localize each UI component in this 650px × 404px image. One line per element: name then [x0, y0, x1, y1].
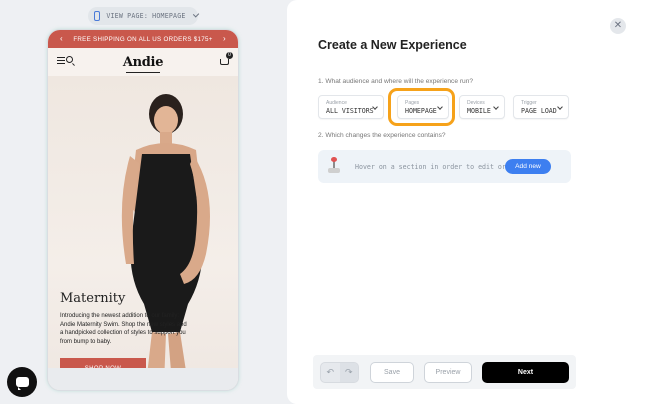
chevron-down-icon — [192, 11, 200, 18]
preview-bottom-bar — [48, 368, 238, 390]
hover-instruction: Hover on a section in order to edit or — [355, 163, 506, 171]
add-new-button[interactable]: Add new — [505, 159, 551, 174]
question-audience: 1. What audience and where will the expe… — [318, 78, 474, 85]
promo-next-arrow[interactable]: › — [223, 34, 226, 43]
brand-logo[interactable]: Andie — [48, 55, 238, 70]
chat-launcher-button[interactable] — [7, 367, 37, 397]
pages-dropdown-highlight — [388, 88, 455, 126]
mobile-device-icon — [94, 11, 101, 21]
chat-icon — [15, 377, 29, 390]
next-button[interactable]: Next — [482, 362, 569, 383]
promo-text: FREE SHIPPING ON ALL US ORDERS $175+ — [73, 35, 213, 43]
audience-dropdown[interactable]: Audience ALL VISITORS — [318, 95, 384, 119]
page-title: Create a New Experience — [318, 38, 467, 52]
mobile-preview-frame[interactable]: ‹ FREE SHIPPING ON ALL US ORDERS $175+ ›… — [48, 30, 238, 390]
undo-redo-group: ↶ ↷ — [320, 362, 359, 383]
joystick-icon — [328, 157, 340, 173]
view-page-label: VIEW PAGE: HOMEPAGE — [106, 12, 186, 20]
cart-icon[interactable] — [220, 59, 229, 65]
preview-button[interactable]: Preview — [424, 362, 472, 383]
dropdown-key: Devices — [467, 100, 485, 106]
promo-prev-arrow[interactable]: ‹ — [60, 34, 63, 43]
view-page-selector[interactable]: VIEW PAGE: HOMEPAGE — [88, 7, 200, 25]
promo-banner[interactable]: ‹ FREE SHIPPING ON ALL US ORDERS $175+ › — [48, 30, 238, 48]
undo-icon[interactable]: ↶ — [321, 363, 340, 382]
hero-title: Maternity — [60, 291, 126, 306]
preview-area: VIEW PAGE: HOMEPAGE ‹ FREE SHIPPING ON A… — [0, 0, 287, 404]
question-changes: 2. Which changes the experience contains… — [318, 132, 446, 139]
site-header: Andie 0 — [48, 48, 238, 76]
save-button[interactable]: Save — [370, 362, 414, 383]
redo-icon[interactable]: ↷ — [339, 363, 358, 382]
experience-panel: ✕ Create a New Experience 1. What audien… — [287, 0, 650, 404]
devices-dropdown[interactable]: Devices MOBILE — [459, 95, 505, 119]
close-icon[interactable]: ✕ — [610, 18, 626, 34]
hero-description: Introducing the newest addition to our f… — [60, 313, 187, 345]
changes-box: Hover on a section in order to edit or A… — [318, 150, 571, 183]
cart-count-badge: 0 — [226, 52, 233, 59]
logo-underline — [126, 72, 160, 73]
dropdown-value: MOBILE — [467, 107, 491, 115]
trigger-dropdown[interactable]: Trigger PAGE LOAD — [513, 95, 569, 119]
hero-section[interactable]: Maternity Introducing the newest additio… — [48, 76, 238, 390]
